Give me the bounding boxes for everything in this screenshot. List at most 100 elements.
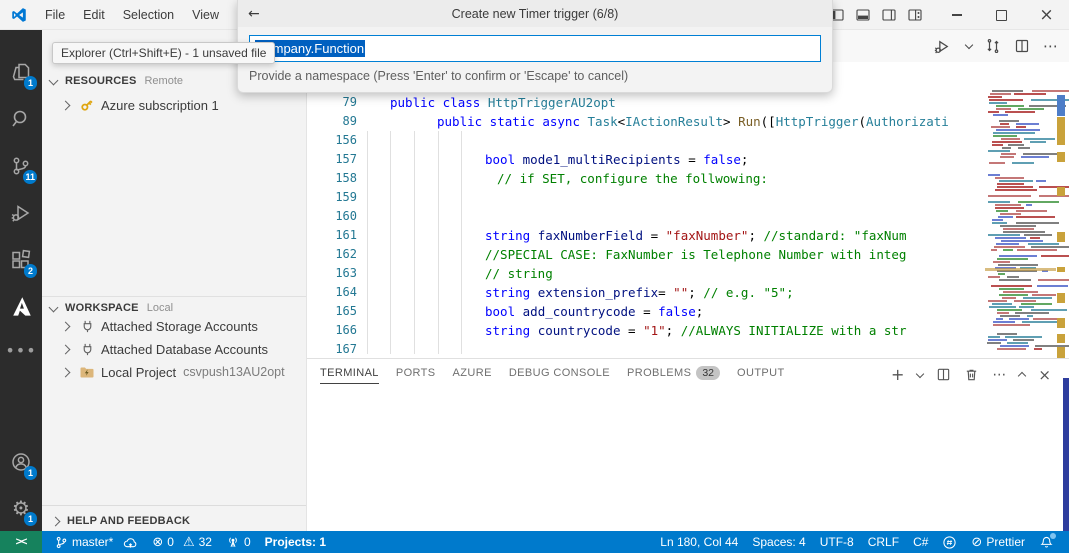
language-mode-item[interactable]: C# [906,531,935,553]
menu-view[interactable]: View [183,0,228,30]
customize-layout-icon[interactable] [906,7,923,24]
close-panel-icon[interactable]: × [1038,366,1051,384]
problems-status-item[interactable]: ⊗ 0 ⚠ 32 [145,531,219,553]
panel-more-icon[interactable]: ⋯ [992,367,1006,383]
maximize-button[interactable] [979,0,1024,30]
remote-indicator[interactable]: >< [0,531,42,553]
radio-tower-icon [226,535,240,549]
ports-status-item[interactable]: 0 [219,531,258,553]
menu-selection[interactable]: Selection [114,0,183,30]
code-line-164[interactable]: 164string extension_prefix= ""; // e.g. … [307,283,1069,302]
side-bar: RESOURCES Remote Azure subscription 1 WO… [42,30,307,531]
code-line-162[interactable]: 162//SPECIAL CASE: FaxNumber is Telephon… [307,245,1069,264]
help-feedback-title: HELP AND FEEDBACK [67,515,190,527]
activity-source-control[interactable]: 11 [0,146,42,186]
code-line-166[interactable]: 166string countrycode = "1"; //ALWAYS IN… [307,321,1069,340]
vscode-logo-icon [10,6,28,24]
minimap-row [1016,123,1039,125]
more-actions-icon[interactable]: ⋯ [1043,37,1059,55]
new-terminal-icon[interactable]: + [891,365,904,384]
code-line-157[interactable]: 157bool mode1_multiRecipients = false; [307,150,1069,169]
code-line-159[interactable]: 159 [307,188,1069,207]
code-editor[interactable]: 79public class HttpTriggerAU2opt89public… [307,62,1069,358]
tab-azure[interactable]: AZURE [453,367,492,383]
cursor-position-item[interactable]: Ln 180, Col 44 [653,531,745,553]
tab-ports[interactable]: PORTS [396,367,436,383]
code-line-89[interactable]: 89public static async Task<IActionResult… [307,112,1069,131]
line-number[interactable]: 157 [307,150,357,169]
line-number[interactable]: 158 [307,169,357,188]
maximize-panel-icon[interactable] [1018,372,1026,380]
eol-item[interactable]: CRLF [861,531,906,553]
close-button[interactable]: × [1024,0,1069,30]
tree-item-local-project[interactable]: Local Project csvpush13AU2opt [42,361,306,383]
minimap[interactable] [985,88,1056,356]
kill-terminal-icon[interactable] [964,367,979,382]
line-number[interactable]: 159 [307,188,357,207]
code-line-79[interactable]: 79public class HttpTriggerAU2opt [307,93,1069,112]
minimap-row [1019,306,1034,308]
quick-input-header: ← Create new Timer trigger (6/8) [238,0,832,27]
split-editor-icon[interactable] [1014,38,1030,54]
notifications-item[interactable] [1032,531,1061,553]
code-line-161[interactable]: 161string faxNumberField = "faxNumber"; … [307,226,1069,245]
code-line-158[interactable]: 158// if SET, configure the follwowing: [307,169,1069,188]
line-number[interactable]: 165 [307,302,357,321]
line-number[interactable]: 156 [307,131,357,150]
run-debug-icon[interactable] [934,38,951,55]
tree-item-attached-database[interactable]: Attached Database Accounts [42,338,306,360]
activity-search[interactable] [0,99,42,139]
line-number[interactable]: 163 [307,264,357,283]
line-number[interactable]: 160 [307,207,357,226]
line-number[interactable]: 89 [307,112,357,131]
tree-item-azure-subscription[interactable]: Azure subscription 1 [42,94,306,116]
tab-terminal[interactable]: TERMINAL [320,367,379,384]
line-number[interactable]: 162 [307,245,357,264]
compare-changes-icon[interactable] [985,38,1001,54]
toggle-panel-icon[interactable] [854,7,871,24]
tab-debug-console[interactable]: DEBUG CONSOLE [509,367,610,383]
split-terminal-icon[interactable] [936,367,951,382]
tab-output[interactable]: OUTPUT [737,367,785,383]
minimap-row [997,309,1022,311]
minimap-row [992,303,1012,305]
line-number[interactable]: 79 [307,93,357,112]
code-line-165[interactable]: 165bool add_countrycode = false; [307,302,1069,321]
line-number[interactable]: 166 [307,321,357,340]
indentation-item[interactable]: Spaces: 4 [745,531,812,553]
function-project-folder-icon [79,364,95,380]
activity-settings[interactable]: ⚙ 1 [0,488,42,528]
help-feedback-section-header[interactable]: HELP AND FEEDBACK [42,510,306,532]
activity-accounts[interactable]: 1 [0,442,42,482]
csharp-project-item[interactable] [935,531,964,553]
git-branch-item[interactable]: master* [48,531,145,553]
back-arrow-icon[interactable]: ← [248,6,260,22]
minimap-row [995,177,1024,179]
code-line-167[interactable]: 167 [307,340,1069,358]
code-line-156[interactable]: 156 [307,131,1069,150]
menu-file[interactable]: File [36,0,74,30]
tab-problems[interactable]: PROBLEMS32 [627,366,720,384]
projects-status-item[interactable]: Projects: 1 [258,531,333,553]
code-line-160[interactable]: 160 [307,207,1069,226]
activity-run-debug[interactable] [0,193,42,233]
activity-azure[interactable] [0,287,42,327]
terminal-dropdown-icon[interactable] [916,369,924,377]
code-line-163[interactable]: 163// string [307,264,1069,283]
line-number[interactable]: 167 [307,340,357,358]
tree-item-attached-storage[interactable]: Attached Storage Accounts [42,315,306,337]
minimap-row [996,210,1008,212]
run-dropdown-icon[interactable] [965,41,973,49]
encoding-item[interactable]: UTF-8 [813,531,861,553]
activity-more[interactable]: ••• [0,330,42,370]
namespace-input[interactable]: Company.Function [249,35,821,62]
menu-edit[interactable]: Edit [74,0,114,30]
minimize-button[interactable] [934,0,979,30]
line-number[interactable]: 161 [307,226,357,245]
activity-extensions[interactable]: 2 [0,240,42,280]
prettier-status-item[interactable]: ⊘ Prettier [964,531,1032,553]
minimap-row [996,243,1019,245]
toggle-secondary-sidebar-icon[interactable] [880,7,897,24]
activity-explorer[interactable]: 1 [0,52,42,92]
line-number[interactable]: 164 [307,283,357,302]
